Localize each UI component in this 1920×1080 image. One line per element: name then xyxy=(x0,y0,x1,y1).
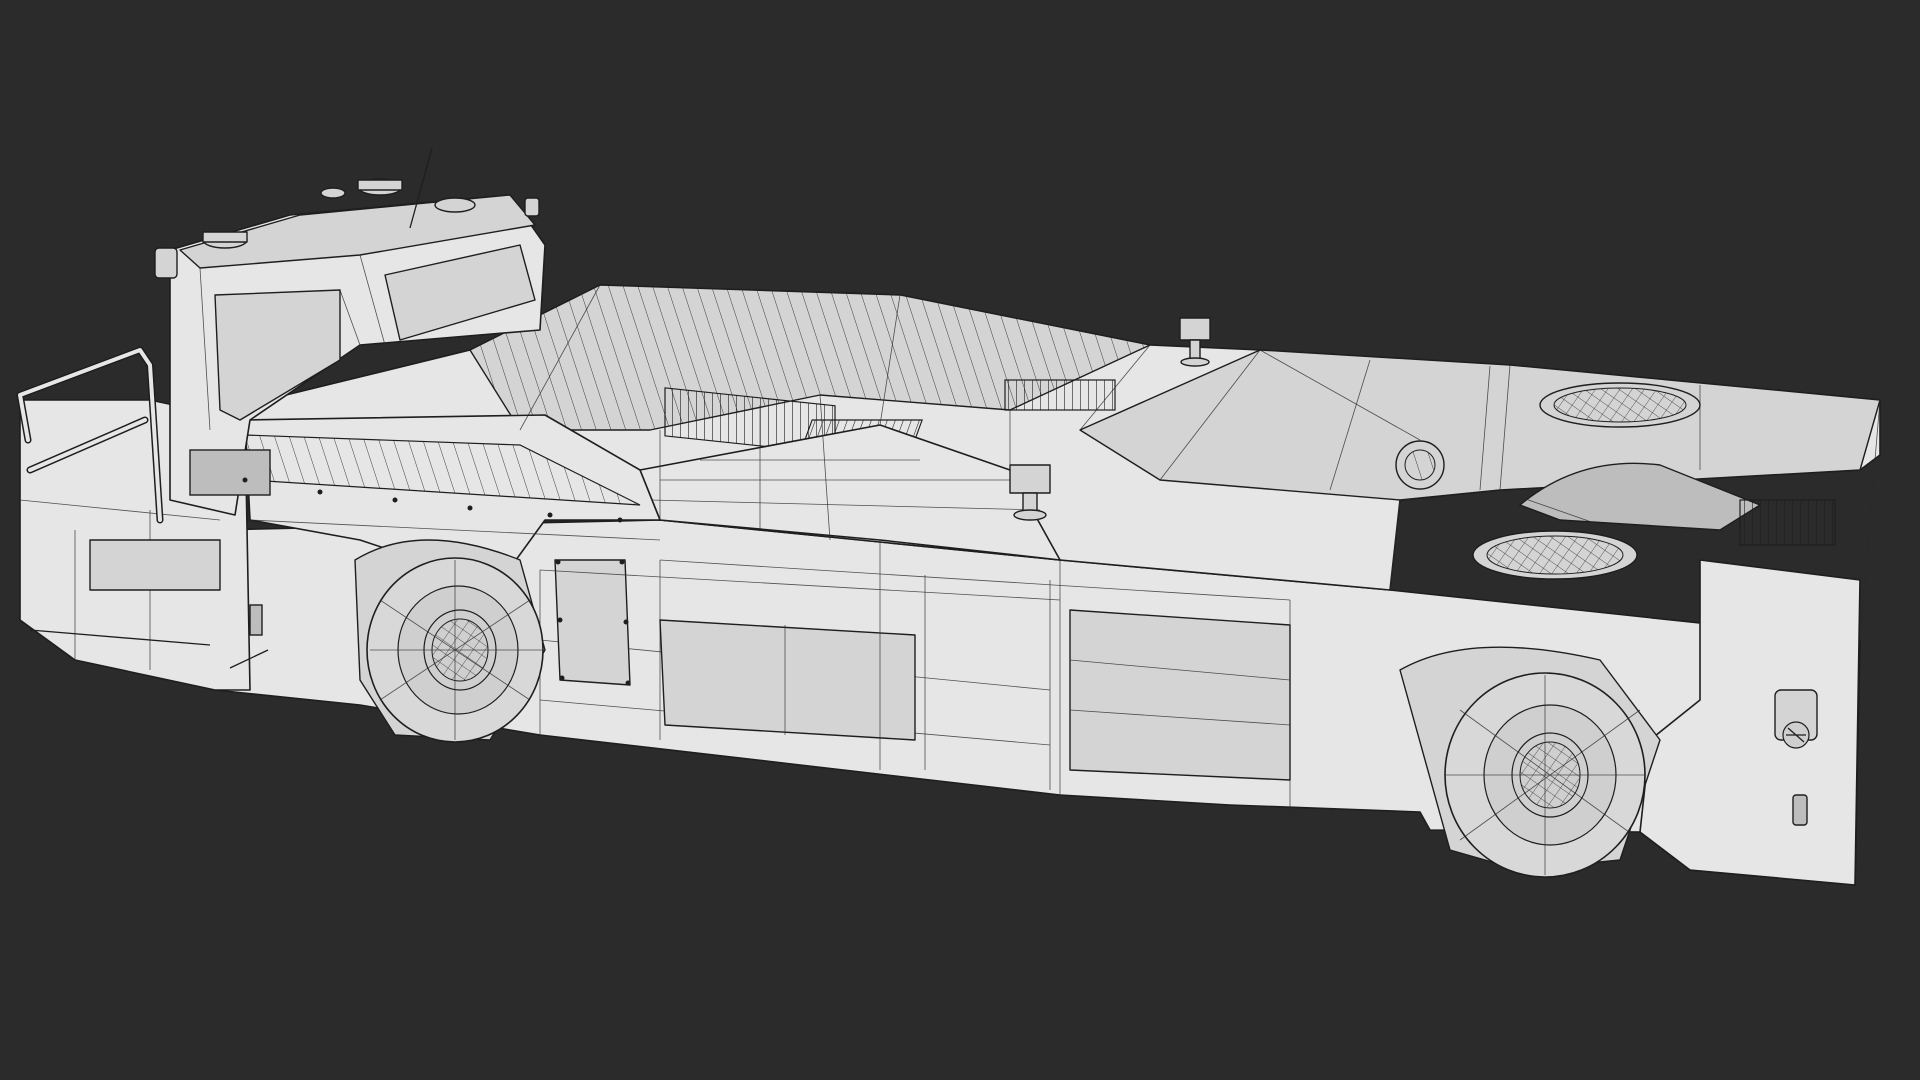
side-mirror-right xyxy=(524,197,540,217)
rear-round-cap xyxy=(1774,689,1818,749)
center-vent xyxy=(1004,379,1116,411)
front-tow-pin xyxy=(249,604,263,636)
rear-grille xyxy=(1739,499,1836,546)
rear-tow-pin xyxy=(1792,794,1808,826)
rear-block xyxy=(1639,559,1861,886)
side-mirror-left xyxy=(154,247,178,279)
side-panel-mid xyxy=(659,619,916,741)
access-cover xyxy=(1395,440,1445,490)
rear-hatch-lower xyxy=(1472,530,1638,580)
rear-hatch-upper xyxy=(1539,382,1701,428)
side-panel-rear xyxy=(1069,609,1291,781)
wireframe-render xyxy=(16,147,1881,886)
roof-beacon-right xyxy=(434,197,476,213)
front-wheel xyxy=(354,539,546,743)
cab-door-panel xyxy=(189,449,271,496)
side-panel-front xyxy=(554,559,631,686)
aircraft-tug-model xyxy=(16,147,1881,886)
mid-beacon-pole xyxy=(1179,317,1211,367)
roof-beacon-left xyxy=(202,231,248,249)
render-viewport xyxy=(0,0,1920,1080)
roof-beacon-center xyxy=(357,178,403,196)
roof-beacon-small xyxy=(320,187,346,199)
front-step xyxy=(89,539,221,591)
